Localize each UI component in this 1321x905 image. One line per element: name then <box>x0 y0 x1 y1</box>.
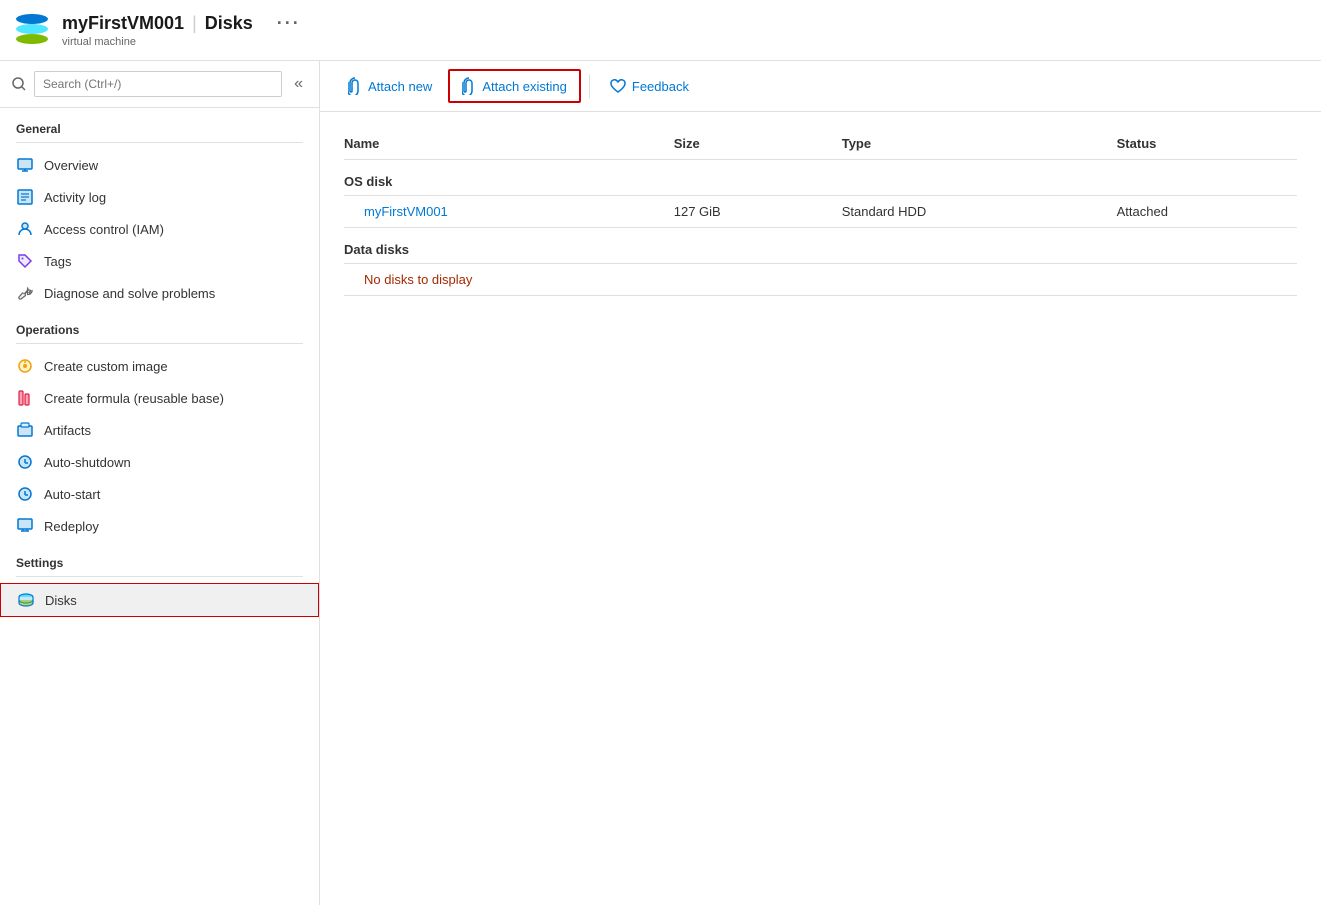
search-bar: « <box>0 61 319 108</box>
no-disks-message: No disks to display <box>344 264 1297 296</box>
toolbar-divider <box>589 74 590 98</box>
attach-new-button[interactable]: Attach new <box>336 71 444 101</box>
sidebar-label-formula: Create formula (reusable base) <box>44 391 224 406</box>
sidebar-label-tags: Tags <box>44 254 71 269</box>
sidebar-item-formula[interactable]: Create formula (reusable base) <box>0 382 319 414</box>
os-disk-name: myFirstVM001 <box>344 196 674 228</box>
sidebar-label-auto-start: Auto-start <box>44 487 100 502</box>
wrench-icon <box>16 284 34 302</box>
search-icon <box>12 77 26 91</box>
sidebar-item-disks[interactable]: Disks <box>0 583 319 617</box>
redeploy-icon <box>16 517 34 535</box>
sidebar-item-diagnose[interactable]: Diagnose and solve problems <box>0 277 319 309</box>
section-operations: Operations <box>0 309 319 343</box>
os-disk-status: Attached <box>1117 196 1297 228</box>
attach-existing-icon <box>462 77 476 95</box>
col-header-type: Type <box>842 128 1117 160</box>
divider-operations <box>16 343 303 344</box>
heart-icon <box>610 79 626 94</box>
sidebar-label-diagnose: Diagnose and solve problems <box>44 286 215 301</box>
sidebar-item-overview[interactable]: Overview <box>0 149 319 181</box>
artifacts-icon <box>16 421 34 439</box>
main-content: Attach new Attach existing Feedback <box>320 61 1321 905</box>
section-settings: Settings <box>0 542 319 576</box>
os-disk-type: Standard HDD <box>842 196 1117 228</box>
os-disk-section-row: OS disk <box>344 160 1297 196</box>
sidebar-label-overview: Overview <box>44 158 98 173</box>
sidebar-item-auto-start[interactable]: Auto-start <box>0 478 319 510</box>
disk-table: Name Size Type Status OS disk myFirstVM0… <box>344 128 1297 296</box>
more-options-icon[interactable]: ··· <box>277 13 301 34</box>
sidebar-label-iam: Access control (IAM) <box>44 222 164 237</box>
list-icon <box>16 188 34 206</box>
attach-new-label: Attach new <box>368 79 432 94</box>
tag-icon <box>16 252 34 270</box>
attach-existing-button[interactable]: Attach existing <box>448 69 581 103</box>
sidebar-label-auto-shutdown: Auto-shutdown <box>44 455 131 470</box>
sidebar-item-activity-log[interactable]: Activity log <box>0 181 319 213</box>
os-disk-section-label: OS disk <box>344 160 1297 196</box>
vm-icon <box>16 12 52 48</box>
body-layout: « General Overview Activity log <box>0 61 1321 905</box>
col-header-status: Status <box>1117 128 1297 160</box>
table-row: myFirstVM001 127 GiB Standard HDD Attach… <box>344 196 1297 228</box>
disk-icon <box>17 591 35 609</box>
search-input[interactable] <box>34 71 282 97</box>
data-disk-section-row: Data disks <box>344 228 1297 264</box>
col-header-name: Name <box>344 128 674 160</box>
os-disk-size: 127 GiB <box>674 196 842 228</box>
os-disk-name-link[interactable]: myFirstVM001 <box>344 204 448 219</box>
sidebar-item-artifacts[interactable]: Artifacts <box>0 414 319 446</box>
toolbar: Attach new Attach existing Feedback <box>320 61 1321 112</box>
page-header: myFirstVM001 | Disks ··· virtual machine <box>0 0 1321 61</box>
sidebar-label-disks: Disks <box>45 593 77 608</box>
col-header-size: Size <box>674 128 842 160</box>
sidebar-item-tags[interactable]: Tags <box>0 245 319 277</box>
formula-icon <box>16 389 34 407</box>
sidebar-item-custom-image[interactable]: Create custom image <box>0 350 319 382</box>
sidebar-label-redeploy: Redeploy <box>44 519 99 534</box>
monitor-icon <box>16 156 34 174</box>
person-icon <box>16 220 34 238</box>
attach-existing-label: Attach existing <box>482 79 567 94</box>
attach-new-icon <box>348 77 362 95</box>
header-title-block: myFirstVM001 | Disks ··· virtual machine <box>62 13 301 48</box>
vm-logo <box>16 12 52 48</box>
divider-general <box>16 142 303 143</box>
sidebar-item-iam[interactable]: Access control (IAM) <box>0 213 319 245</box>
no-disks-text: No disks to display <box>344 272 472 287</box>
sidebar-item-redeploy[interactable]: Redeploy <box>0 510 319 542</box>
sidebar-content: General Overview Activity log Access con… <box>0 108 319 905</box>
sidebar-item-auto-shutdown[interactable]: Auto-shutdown <box>0 446 319 478</box>
vm-name: myFirstVM001 <box>62 13 184 34</box>
collapse-button[interactable]: « <box>290 71 307 97</box>
data-disk-section-label: Data disks <box>344 228 1297 264</box>
table-row: No disks to display <box>344 264 1297 296</box>
sidebar-label-activity-log: Activity log <box>44 190 106 205</box>
sidebar-label-custom-image: Create custom image <box>44 359 168 374</box>
divider-settings <box>16 576 303 577</box>
content-area: Name Size Type Status OS disk myFirstVM0… <box>320 112 1321 905</box>
header-title: myFirstVM001 | Disks ··· <box>62 13 301 34</box>
feedback-label: Feedback <box>632 79 689 94</box>
sidebar-label-artifacts: Artifacts <box>44 423 91 438</box>
clock-icon-2 <box>16 485 34 503</box>
image-icon <box>16 357 34 375</box>
sidebar: « General Overview Activity log <box>0 61 320 905</box>
page-title: Disks <box>205 13 253 34</box>
title-separator: | <box>192 13 197 34</box>
vm-subtitle: virtual machine <box>62 36 301 48</box>
section-general: General <box>0 108 319 142</box>
clock-icon-1 <box>16 453 34 471</box>
feedback-button[interactable]: Feedback <box>598 73 701 100</box>
